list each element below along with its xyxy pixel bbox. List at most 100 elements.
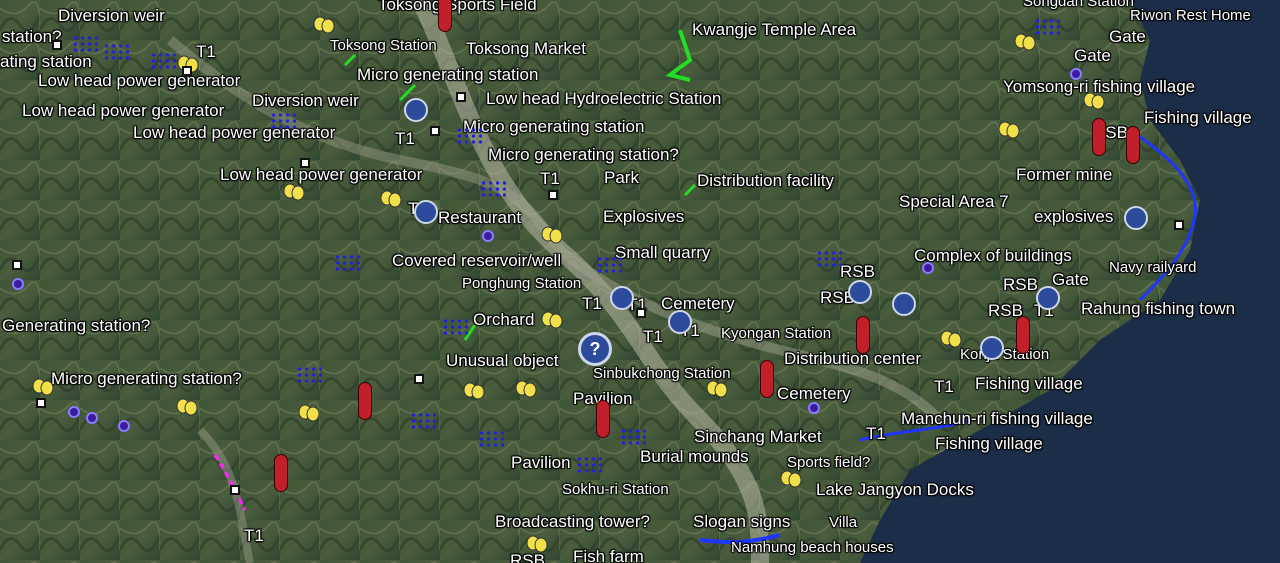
label-t1-2[interactable]: T1 bbox=[395, 130, 415, 148]
theatre-masks-icon[interactable] bbox=[780, 470, 802, 488]
location-dot-icon[interactable] bbox=[118, 420, 130, 432]
label-special-area-7[interactable]: Special Area 7 bbox=[899, 193, 1009, 211]
label-fishing-village-3[interactable]: Fishing village bbox=[935, 435, 1043, 453]
theatre-masks-icon[interactable] bbox=[1083, 92, 1105, 110]
point-marker-icon[interactable] bbox=[52, 40, 62, 50]
label-diversion-weir-1[interactable]: Diversion weir bbox=[58, 7, 165, 25]
theatre-masks-icon[interactable] bbox=[526, 535, 548, 553]
red-marker-icon[interactable] bbox=[760, 360, 774, 398]
label-low-head-power-generator-4[interactable]: Low head power generator bbox=[220, 166, 422, 184]
label-riwon-rest-home[interactable]: Riwon Rest Home bbox=[1130, 8, 1251, 24]
station-icon[interactable] bbox=[848, 280, 872, 304]
station-icon[interactable] bbox=[414, 200, 438, 224]
label-rsb-4[interactable]: RSB bbox=[1003, 276, 1038, 294]
label-gate-1[interactable]: Gate bbox=[1052, 271, 1089, 289]
utility-cluster-icon[interactable] bbox=[296, 366, 322, 384]
theatre-masks-icon[interactable] bbox=[998, 121, 1020, 139]
utility-cluster-icon[interactable] bbox=[480, 180, 506, 198]
red-marker-icon[interactable] bbox=[358, 382, 372, 420]
label-toksong-station[interactable]: Toksong Station bbox=[330, 38, 437, 54]
location-dot-icon[interactable] bbox=[12, 278, 24, 290]
label-fishing-village-2[interactable]: Fishing village bbox=[975, 375, 1083, 393]
label-navy-railyard[interactable]: Navy railyard bbox=[1109, 260, 1197, 276]
point-marker-icon[interactable] bbox=[1174, 220, 1184, 230]
label-low-head-power-generator-2[interactable]: Low head power generator bbox=[22, 102, 224, 120]
label-low-head-hydroelectric-station[interactable]: Low head Hydroelectric Station bbox=[486, 90, 721, 108]
label-distribution-facility[interactable]: Distribution facility bbox=[697, 172, 834, 190]
utility-cluster-icon[interactable] bbox=[410, 412, 436, 430]
theatre-masks-icon[interactable] bbox=[463, 382, 485, 400]
theatre-masks-icon[interactable] bbox=[1014, 33, 1036, 51]
theatre-masks-icon[interactable] bbox=[298, 404, 320, 422]
label-generating-station[interactable]: Generating station? bbox=[2, 317, 150, 335]
label-kyongan-station[interactable]: Kyongan Station bbox=[721, 326, 831, 342]
label-rahung-fishing-town[interactable]: Rahung fishing town bbox=[1081, 300, 1235, 318]
help-question-icon[interactable]: ? bbox=[578, 332, 612, 366]
red-marker-icon[interactable] bbox=[274, 454, 288, 492]
label-former-mine[interactable]: Former mine bbox=[1016, 166, 1112, 184]
point-marker-icon[interactable] bbox=[430, 126, 440, 136]
label-rsb-6[interactable]: RSB bbox=[510, 552, 545, 563]
label-t1-7[interactable]: T1 bbox=[643, 328, 663, 346]
label-sokhu-ri-station[interactable]: Sokhu-ri Station bbox=[562, 482, 669, 498]
label-covered-reservoir-well[interactable]: Covered reservoir/well bbox=[392, 252, 561, 270]
label-broadcasting-tower[interactable]: Broadcasting tower? bbox=[495, 513, 650, 531]
point-marker-icon[interactable] bbox=[300, 158, 310, 168]
station-icon[interactable] bbox=[668, 310, 692, 334]
station-icon[interactable] bbox=[980, 336, 1004, 360]
station-icon[interactable] bbox=[404, 98, 428, 122]
red-marker-icon[interactable] bbox=[1092, 118, 1106, 156]
point-marker-icon[interactable] bbox=[182, 66, 192, 76]
utility-cluster-icon[interactable] bbox=[270, 112, 296, 130]
location-dot-icon[interactable] bbox=[922, 262, 934, 274]
label-orchard[interactable]: Orchard bbox=[473, 311, 534, 329]
label-sinchang-market[interactable]: Sinchang Market bbox=[694, 428, 822, 446]
point-marker-icon[interactable] bbox=[636, 308, 646, 318]
label-unusual-object[interactable]: Unusual object bbox=[446, 352, 558, 370]
theatre-masks-icon[interactable] bbox=[541, 226, 563, 244]
label-explosives-1[interactable]: Explosives bbox=[603, 208, 684, 226]
label-sports-field[interactable]: Sports field? bbox=[787, 455, 870, 471]
utility-cluster-icon[interactable] bbox=[103, 43, 129, 61]
label-small-quarry[interactable]: Small quarry bbox=[615, 244, 710, 262]
theatre-masks-icon[interactable] bbox=[541, 311, 563, 329]
label-park[interactable]: Park bbox=[604, 169, 639, 187]
label-namhung-beach-houses[interactable]: Namhung beach houses bbox=[731, 540, 894, 556]
theatre-masks-icon[interactable] bbox=[380, 190, 402, 208]
utility-cluster-icon[interactable] bbox=[150, 52, 176, 70]
location-dot-icon[interactable] bbox=[482, 230, 494, 242]
label-ponghung-station[interactable]: Ponghung Station bbox=[462, 276, 581, 292]
label-t1-10[interactable]: T1 bbox=[866, 425, 886, 443]
label-fishing-village-1[interactable]: Fishing village bbox=[1144, 109, 1252, 127]
point-marker-icon[interactable] bbox=[456, 92, 466, 102]
theatre-masks-icon[interactable] bbox=[940, 330, 962, 348]
utility-cluster-icon[interactable] bbox=[456, 127, 482, 145]
label-distribution-center[interactable]: Distribution center bbox=[784, 350, 921, 368]
red-marker-icon[interactable] bbox=[1016, 316, 1030, 354]
label-cemetery-2[interactable]: Cemetery bbox=[777, 385, 851, 403]
theatre-masks-icon[interactable] bbox=[706, 380, 728, 398]
utility-cluster-icon[interactable] bbox=[334, 254, 360, 272]
location-dot-icon[interactable] bbox=[68, 406, 80, 418]
label-rsb-2[interactable]: RSB bbox=[840, 263, 875, 281]
location-dot-icon[interactable] bbox=[86, 412, 98, 424]
label-fish-farm[interactable]: Fish farm bbox=[573, 548, 644, 563]
label-slogan-signs[interactable]: Slogan signs bbox=[693, 513, 790, 531]
label-gate-3[interactable]: Gate bbox=[1074, 47, 1111, 65]
label-burial-mounds[interactable]: Burial mounds bbox=[640, 448, 749, 466]
label-micro-generating-station-3[interactable]: Micro generating station? bbox=[488, 146, 679, 164]
label-konja-station[interactable]: Konja Station bbox=[960, 347, 1049, 363]
label-cemetery-1[interactable]: Cemetery bbox=[661, 295, 735, 313]
label-t1-3[interactable]: T1 bbox=[540, 170, 560, 188]
label-toksong-sports-field[interactable]: Toksong Sports Field bbox=[378, 0, 537, 14]
label-micro-generating-station-4[interactable]: Micro generating station? bbox=[51, 370, 242, 388]
station-icon[interactable] bbox=[1124, 206, 1148, 230]
theatre-masks-icon[interactable] bbox=[176, 398, 198, 416]
theatre-masks-icon[interactable] bbox=[515, 380, 537, 398]
utility-cluster-icon[interactable] bbox=[442, 318, 468, 336]
red-marker-icon[interactable] bbox=[856, 316, 870, 354]
label-t1-9[interactable]: T1 bbox=[934, 378, 954, 396]
point-marker-icon[interactable] bbox=[414, 374, 424, 384]
utility-cluster-icon[interactable] bbox=[596, 256, 622, 274]
point-marker-icon[interactable] bbox=[548, 190, 558, 200]
